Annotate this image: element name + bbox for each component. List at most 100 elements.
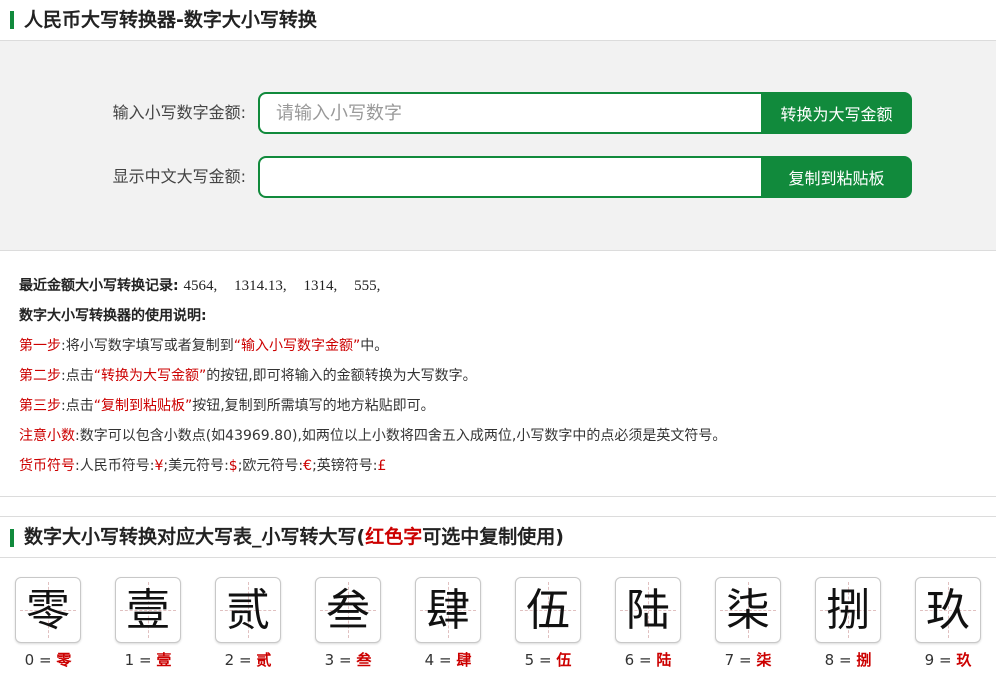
glyph: 壹 [126, 585, 170, 636]
glyph: 零 [26, 585, 70, 636]
numeral-card: 叁 3 = 叁 [315, 577, 381, 670]
gbp-symbol: £ [377, 458, 387, 474]
output-row: 显示中文大写金额: 复制到粘贴板 [0, 156, 996, 198]
decimal-note-text: :数字可以包含小数点(如43969.80),如两位以上小数将四舍五入成两位,小写… [75, 428, 727, 444]
step-two-pre: :点击 [61, 368, 94, 384]
eur-label: ;欧元符号: [237, 458, 304, 474]
title-accent-bar [10, 11, 14, 29]
page-title: 人民币大写转换器-数字大小写转换 [24, 9, 317, 31]
step-one-highlight: “输入小写数字金额” [233, 338, 361, 354]
numeral-card-list: 零 0 = 零 壹 1 = 壹 贰 2 = 贰 叁 3 = 叁 肆 4 = 肆 … [0, 558, 996, 678]
decimal-note: 注意小数:数字可以包含小数点(如43969.80),如两位以上小数将四舍五入成两… [19, 421, 996, 451]
step-three-post: 按钮,复制到所需填写的地方粘贴即可。 [192, 398, 435, 414]
equals-sign: = [838, 651, 852, 669]
numeral-card: 零 0 = 零 [15, 577, 81, 670]
card-caption: 3 = 叁 [315, 649, 381, 670]
numeral-card: 伍 5 = 伍 [515, 577, 581, 670]
record-link[interactable]: 1314.13, [234, 278, 287, 294]
uppercase-numeral[interactable]: 玖 [956, 651, 971, 669]
uppercase-numeral[interactable]: 叁 [356, 651, 371, 669]
title-accent-bar [10, 529, 14, 547]
step-three: 第三步:点击“复制到粘贴板”按钮,复制到所需填写的地方粘贴即可。 [19, 391, 996, 421]
glyph-box: 玖 [915, 577, 981, 643]
usd-label: ;美元符号: [163, 458, 229, 474]
numeral-card: 玖 9 = 玖 [915, 577, 981, 670]
equals-sign: = [438, 651, 452, 669]
page-header: 人民币大写转换器-数字大小写转换 [0, 0, 996, 41]
card-caption: 5 = 伍 [515, 649, 581, 670]
converter-panel: 输入小写数字金额: 转换为大写金额 显示中文大写金额: 复制到粘贴板 [0, 41, 996, 251]
digit: 7 [724, 651, 735, 669]
glyph: 柒 [726, 585, 770, 636]
rmb-label: :人民币符号: [75, 458, 155, 474]
copy-button[interactable]: 复制到粘贴板 [761, 156, 912, 198]
amount-input-label: 输入小写数字金额: [112, 103, 246, 122]
gbp-label: ;英镑符号: [312, 458, 378, 474]
glyph-box: 陆 [615, 577, 681, 643]
record-link[interactable]: 555, [354, 278, 380, 294]
uppercase-numeral[interactable]: 捌 [856, 651, 871, 669]
usage-info: 最近金额大小写转换记录: 4564, 1314.13, 1314, 555, 数… [0, 251, 996, 497]
digit: 1 [124, 651, 135, 669]
record-link[interactable]: 4564, [183, 278, 217, 294]
digit: 5 [524, 651, 535, 669]
uppercase-numeral[interactable]: 零 [56, 651, 71, 669]
equals-sign: = [538, 651, 552, 669]
uppercase-numeral[interactable]: 伍 [556, 651, 571, 669]
table-title-pre: 数字大小写转换对应大写表_小写转大写( [24, 526, 366, 548]
glyph: 玖 [926, 585, 970, 636]
card-caption: 4 = 肆 [415, 649, 481, 670]
currency-label: 货币符号 [19, 458, 75, 474]
uppercase-numeral[interactable]: 陆 [656, 651, 671, 669]
table-title-post: 可选中复制使用) [422, 526, 564, 548]
equals-sign: = [238, 651, 252, 669]
record-link[interactable]: 1314, [303, 278, 337, 294]
uppercase-numeral[interactable]: 贰 [256, 651, 271, 669]
amount-input[interactable] [258, 92, 763, 134]
numeral-card: 壹 1 = 壹 [115, 577, 181, 670]
records-line: 最近金额大小写转换记录: 4564, 1314.13, 1314, 555, [19, 271, 996, 301]
uppercase-numeral[interactable]: 壹 [156, 651, 171, 669]
digit: 8 [824, 651, 835, 669]
digit: 0 [24, 651, 35, 669]
step-two: 第二步:点击“转换为大写金额”的按钮,即可将输入的金额转换为大写数字。 [19, 361, 996, 391]
equals-sign: = [38, 651, 52, 669]
card-caption: 8 = 捌 [815, 649, 881, 670]
usd-symbol: $ [228, 458, 238, 474]
step-one-label: 第一步 [19, 338, 61, 354]
convert-button[interactable]: 转换为大写金额 [761, 92, 912, 134]
digit: 9 [924, 651, 935, 669]
equals-sign: = [938, 651, 952, 669]
glyph-box: 柒 [715, 577, 781, 643]
glyph: 叁 [326, 585, 370, 636]
result-output-field[interactable] [258, 156, 763, 198]
glyph: 捌 [826, 585, 870, 636]
records-label: 最近金额大小写转换记录: [19, 278, 179, 294]
digit: 6 [624, 651, 635, 669]
step-two-highlight: “转换为大写金额” [93, 368, 207, 384]
equals-sign: = [338, 651, 352, 669]
result-output-label: 显示中文大写金额: [112, 167, 246, 186]
step-three-highlight: “复制到粘贴板” [93, 398, 193, 414]
uppercase-numeral[interactable]: 柒 [756, 651, 771, 669]
uppercase-numeral[interactable]: 肆 [456, 651, 471, 669]
step-two-label: 第二步 [19, 368, 61, 384]
currency-symbols: 货币符号:人民币符号:¥;美元符号:$;欧元符号:€;英镑符号:£ [19, 451, 996, 481]
input-row: 输入小写数字金额: 转换为大写金额 [0, 92, 996, 134]
usage-title: 数字大小写转换器的使用说明: [19, 308, 207, 324]
numeral-card: 陆 6 = 陆 [615, 577, 681, 670]
card-caption: 6 = 陆 [615, 649, 681, 670]
step-one-post: 中。 [360, 338, 389, 354]
glyph-box: 壹 [115, 577, 181, 643]
digit: 3 [324, 651, 335, 669]
table-title-red: 红色字 [365, 526, 423, 548]
glyph-box: 贰 [215, 577, 281, 643]
numeral-card: 贰 2 = 贰 [215, 577, 281, 670]
glyph-box: 肆 [415, 577, 481, 643]
equals-sign: = [138, 651, 152, 669]
glyph-box: 叁 [315, 577, 381, 643]
glyph-box: 捌 [815, 577, 881, 643]
step-one: 第一步:将小写数字填写或者复制到“输入小写数字金额”中。 [19, 331, 996, 361]
eur-symbol: € [303, 458, 313, 474]
step-two-post: 的按钮,即可将输入的金额转换为大写数字。 [206, 368, 477, 384]
